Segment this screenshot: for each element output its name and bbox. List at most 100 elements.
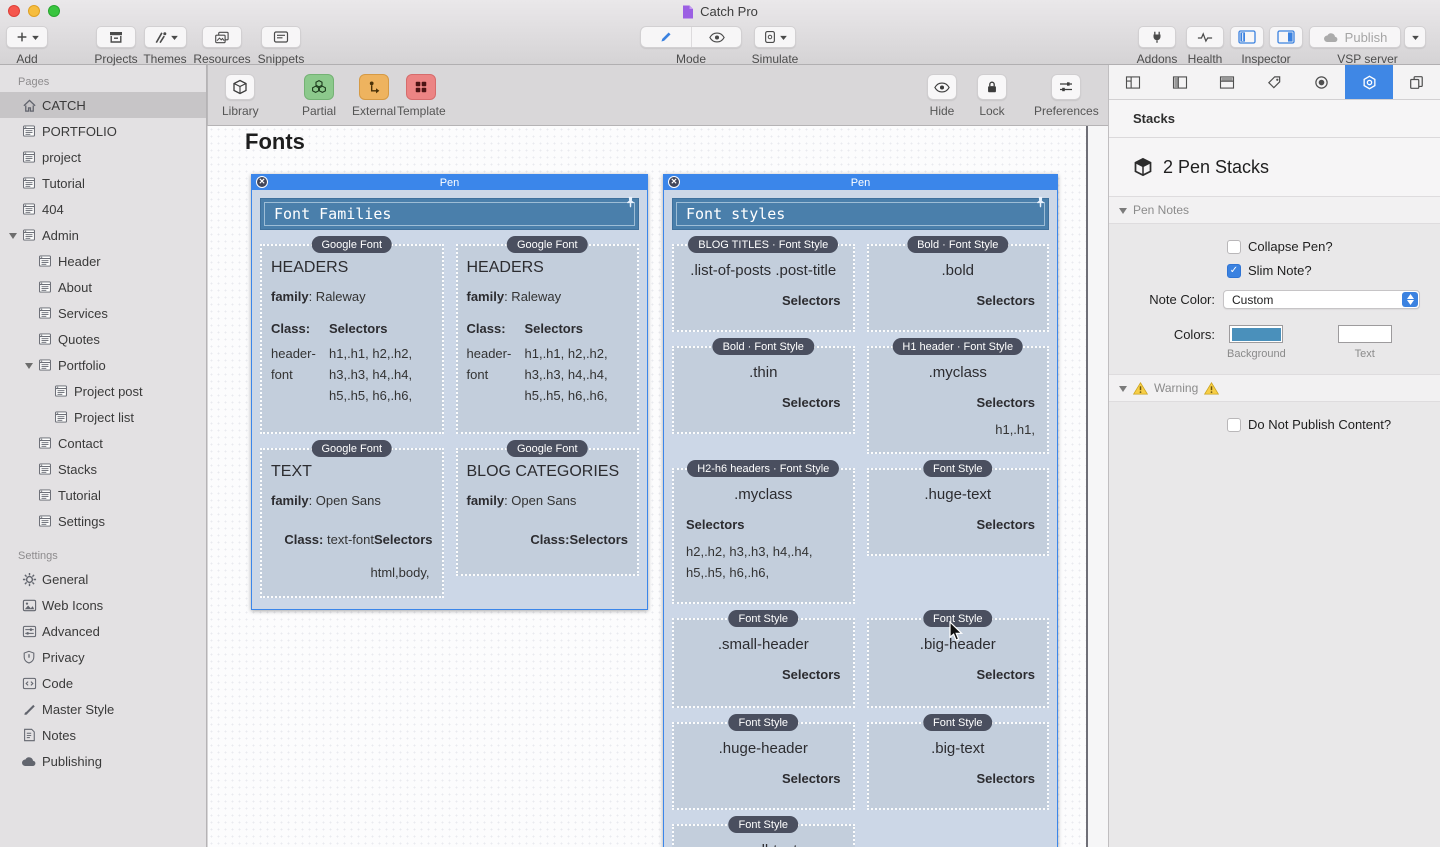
health-button[interactable]: Health <box>1180 26 1230 66</box>
external-label: External <box>352 104 396 118</box>
themes-button[interactable]: Themes <box>140 26 190 66</box>
partial-button[interactable]: Partial <box>302 74 336 118</box>
page-item-project-post[interactable]: Project post <box>0 378 206 404</box>
setting-item-publishing[interactable]: Publishing <box>0 748 206 774</box>
preferences-button[interactable]: Preferences <box>1034 74 1099 118</box>
slim-note-checkbox[interactable]: ✓ <box>1227 264 1241 278</box>
setting-item-privacy[interactable]: Privacy <box>0 644 206 670</box>
page-item-portfolio[interactable]: Portfolio <box>0 352 206 378</box>
library-button[interactable]: Library <box>222 74 259 118</box>
preferences-icon <box>1058 79 1074 95</box>
template-button[interactable]: Template <box>397 74 446 118</box>
page-item-project-list[interactable]: Project list <box>0 404 206 430</box>
simulate-button[interactable]: Simulate <box>747 26 803 66</box>
setting-item-master-style[interactable]: Master Style <box>0 696 206 722</box>
edit-canvas[interactable]: Fonts ✕Pen Font Families Google FontHEADER… <box>208 126 1108 847</box>
tab-layout-header[interactable] <box>1204 65 1251 99</box>
canvas-scrollbar[interactable] <box>1088 126 1108 847</box>
background-color-well[interactable] <box>1229 325 1283 343</box>
font-card[interactable]: Google FontTEXTfamily: Open SansClass: t… <box>260 448 444 598</box>
projects-button[interactable]: Projects <box>86 26 146 66</box>
font-card[interactable]: Font Style.small-headerSelectors <box>672 618 855 708</box>
do-not-publish-checkbox[interactable] <box>1227 418 1241 432</box>
page-item-header[interactable]: Header <box>0 248 206 274</box>
setting-item-label: Web Icons <box>42 598 103 613</box>
font-card[interactable]: Google FontHEADERSfamily: RalewayClass:h… <box>456 244 640 434</box>
preview-mode-button[interactable] <box>691 27 741 47</box>
setting-item-notes[interactable]: Notes <box>0 722 206 748</box>
note-color-select[interactable]: Custom <box>1223 290 1420 309</box>
font-card[interactable]: Bold · Font Style.thinSelectors <box>672 346 855 434</box>
font-card[interactable]: BLOG TITLES · Font Style.list-of-posts .… <box>672 244 855 332</box>
selectors-column: Selectorsh1,.h1, h2,.h2, h3,.h3, h4,.h4,… <box>525 321 629 406</box>
page-title: Fonts <box>245 129 305 155</box>
pin-icon[interactable] <box>626 196 635 214</box>
disclosure-slot[interactable] <box>6 232 20 239</box>
font-card[interactable]: H2-h6 headers · Font Style.myclassSelect… <box>672 468 855 604</box>
add-button[interactable]: Add <box>4 26 50 66</box>
font-card[interactable]: Font Style.small-textSelectors <box>672 824 855 847</box>
setting-item-code[interactable]: Code <box>0 670 206 696</box>
inspector-label: Inspector <box>1241 52 1290 66</box>
snippets-button[interactable]: Snippets <box>251 26 311 66</box>
pen-window[interactable]: ✕Pen Font styles BLOG TITLES · Font Style.… <box>663 174 1058 847</box>
pen-close-button[interactable]: ✕ <box>256 176 268 188</box>
edit-mode-button[interactable] <box>641 27 691 47</box>
text-color-well[interactable] <box>1338 325 1392 343</box>
pin-icon[interactable] <box>1036 196 1045 214</box>
page-item-project[interactable]: project <box>0 144 206 170</box>
tab-tags[interactable] <box>1251 65 1298 99</box>
inspector-left-button[interactable] <box>1230 26 1264 48</box>
page-item-about[interactable]: About <box>0 274 206 300</box>
tab-settings[interactable] <box>1345 65 1392 99</box>
pen-notes-section-header[interactable]: Pen Notes <box>1109 196 1440 224</box>
setting-item-general[interactable]: General <box>0 566 206 592</box>
publish-button[interactable]: Publish <box>1309 26 1401 48</box>
font-card[interactable]: Google FontHEADERSfamily: RalewayClass:h… <box>260 244 444 434</box>
page-item-contact[interactable]: Contact <box>0 430 206 456</box>
page-item-404[interactable]: 404 <box>0 196 206 222</box>
page-item-quotes[interactable]: Quotes <box>0 326 206 352</box>
zoom-window-button[interactable] <box>48 5 60 17</box>
font-card[interactable]: Font Style.huge-headerSelectors <box>672 722 855 810</box>
pen-window[interactable]: ✕Pen Font Families Google FontHEADERSfamil… <box>251 174 648 610</box>
font-card[interactable]: Font Style.big-headerSelectors <box>867 618 1050 708</box>
publish-menu-button[interactable] <box>1404 26 1426 48</box>
addons-button[interactable]: Addons <box>1127 26 1187 66</box>
pen-titlebar[interactable]: ✕Pen <box>664 175 1057 190</box>
page-item-tutorial[interactable]: Tutorial <box>0 482 206 508</box>
font-card[interactable]: Font Style.huge-textSelectors <box>867 468 1050 556</box>
page-item-portfolio[interactable]: PORTFOLIO <box>0 118 206 144</box>
setting-item-advanced[interactable]: Advanced <box>0 618 206 644</box>
font-card[interactable]: Font Style.big-textSelectors <box>867 722 1050 810</box>
page-item-stacks[interactable]: Stacks <box>0 456 206 482</box>
note-title: Font Families <box>264 202 635 226</box>
minimize-window-button[interactable] <box>28 5 40 17</box>
page-item-settings[interactable]: Settings <box>0 508 206 534</box>
tab-preview[interactable] <box>1298 65 1345 99</box>
tab-layout-sidebar[interactable] <box>1156 65 1203 99</box>
tab-templates[interactable] <box>1393 65 1440 99</box>
warning-section-header[interactable]: Warning <box>1109 374 1440 402</box>
note-header[interactable]: Font styles <box>672 198 1049 230</box>
hide-button[interactable]: Hide <box>927 74 957 118</box>
page-item-catch[interactable]: CATCH <box>0 92 206 118</box>
inspector-right-button[interactable] <box>1269 26 1303 48</box>
font-card[interactable]: Bold · Font Style.boldSelectors <box>867 244 1050 332</box>
page-item-services[interactable]: Services <box>0 300 206 326</box>
page-item-tutorial[interactable]: Tutorial <box>0 170 206 196</box>
pen-titlebar[interactable]: ✕Pen <box>252 175 647 190</box>
tab-layout-split[interactable] <box>1109 65 1156 99</box>
setting-item-web-icons[interactable]: Web Icons <box>0 592 206 618</box>
collapse-pen-checkbox[interactable] <box>1227 240 1241 254</box>
page-item-admin[interactable]: Admin <box>0 222 206 248</box>
font-card[interactable]: H1 header · Font Style.myclassSelectorsh… <box>867 346 1050 454</box>
font-card[interactable]: Google FontBLOG CATEGORIESfamily: Open S… <box>456 448 640 576</box>
pen-close-button[interactable]: ✕ <box>668 176 680 188</box>
lock-button[interactable]: Lock <box>977 74 1007 118</box>
disclosure-slot[interactable] <box>22 362 36 369</box>
external-button[interactable]: External <box>352 74 396 118</box>
close-window-button[interactable] <box>8 5 20 17</box>
note-header[interactable]: Font Families <box>260 198 639 230</box>
resources-button[interactable]: Resources <box>192 26 252 66</box>
